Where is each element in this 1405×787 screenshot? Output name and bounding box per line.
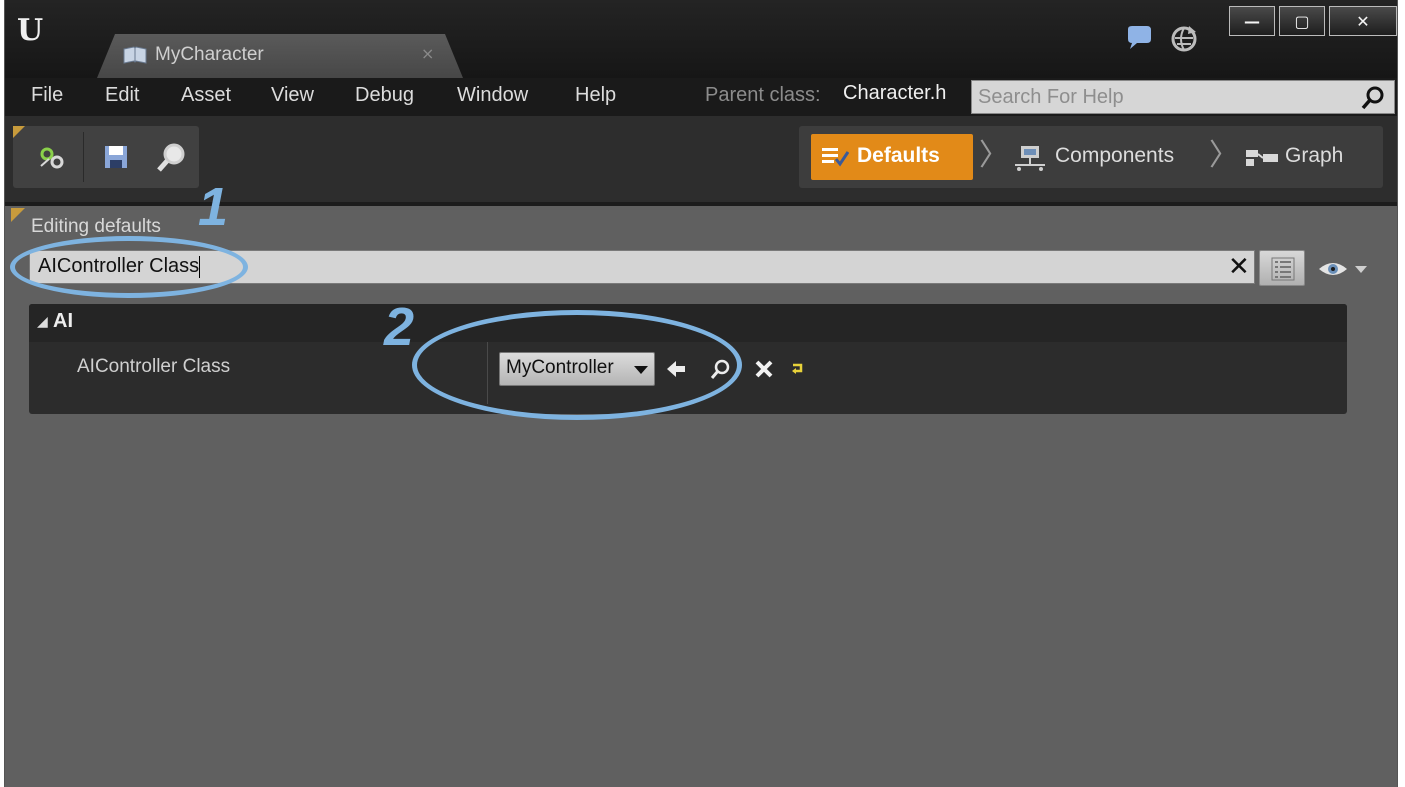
reset-to-default-button[interactable] — [785, 356, 811, 382]
mode-separator-chevron: 〉 — [1209, 138, 1239, 173]
save-disk-icon — [105, 146, 127, 168]
reset-arrow-icon — [792, 363, 803, 374]
menu-window[interactable]: Window — [457, 84, 528, 107]
mode-graph-label: Graph — [1285, 144, 1344, 167]
panel-corner-marker — [11, 208, 25, 222]
parent-class-label: Parent class: — [705, 84, 821, 106]
mode-components-button[interactable]: Components — [1013, 138, 1203, 178]
help-search-input[interactable] — [978, 83, 1348, 111]
mode-switcher: Defaults 〉 Components 〉 Graph — [799, 126, 1383, 188]
magnifier-icon — [157, 143, 185, 172]
menu-help[interactable]: Help — [575, 84, 616, 107]
save-button[interactable] — [97, 138, 135, 176]
document-tab[interactable]: MyCharacter × — [97, 34, 463, 78]
unreal-logo-icon: U — [17, 13, 44, 48]
mode-components-label: Components — [1055, 144, 1175, 167]
tab-close-icon[interactable]: × — [421, 44, 434, 63]
search-icon[interactable] — [1360, 85, 1386, 111]
parent-class-link[interactable]: Character.h — [843, 82, 946, 105]
mode-defaults-label: Defaults — [857, 144, 940, 167]
graph-nodes-icon — [1246, 150, 1278, 166]
menu-debug[interactable]: Debug — [355, 84, 414, 107]
compile-gears-icon — [40, 147, 64, 169]
clear-value-button[interactable] — [751, 356, 777, 382]
menu-bar: File Edit Asset View Debug Window Help P… — [5, 78, 1397, 116]
details-panel: Editing defaults AIController Class ✕ ◢ … — [5, 202, 1397, 787]
menu-asset[interactable]: Asset — [181, 84, 231, 107]
blueprint-book-icon — [123, 46, 147, 64]
mode-separator-chevron: 〉 — [979, 138, 1009, 173]
menu-file[interactable]: File — [31, 84, 63, 107]
components-icon — [1015, 146, 1045, 171]
annotation-ellipse-2 — [412, 310, 742, 420]
grid-list-icon — [1271, 257, 1295, 281]
close-button[interactable]: ✕ — [1329, 6, 1397, 36]
compile-button[interactable] — [33, 138, 71, 176]
mode-defaults-button[interactable]: Defaults — [811, 134, 973, 180]
tab-label: MyCharacter — [155, 44, 264, 65]
category-name: AI — [53, 310, 73, 332]
title-bar: U MyCharacter × — ▢ ✕ — [5, 0, 1397, 78]
clear-search-icon[interactable]: ✕ — [1228, 254, 1250, 280]
toolbar-actions — [13, 126, 199, 188]
property-name: AIController Class — [77, 356, 231, 377]
editing-defaults-label: Editing defaults — [31, 216, 161, 237]
collapse-arrow-icon[interactable]: ◢ — [37, 314, 48, 330]
defaults-checklist-icon — [822, 148, 849, 167]
chat-bubble-icon[interactable] — [1125, 24, 1153, 52]
menu-view[interactable]: View — [271, 84, 314, 107]
eye-icon — [1319, 263, 1367, 275]
maximize-button[interactable]: ▢ — [1279, 6, 1325, 36]
mode-graph-button[interactable]: Graph — [1239, 138, 1379, 178]
toolbar-corner-marker — [13, 126, 25, 138]
annotation-ellipse-1 — [10, 236, 248, 298]
annotation-number-1: 1 — [198, 177, 229, 237]
minimize-button[interactable]: — — [1229, 6, 1275, 36]
view-options-button[interactable] — [1317, 256, 1371, 282]
annotation-number-2: 2 — [384, 297, 415, 357]
help-search-box[interactable] — [971, 80, 1395, 114]
find-in-content-browser-button[interactable] — [153, 138, 191, 176]
toolbar-separator — [83, 132, 84, 182]
menu-edit[interactable]: Edit — [105, 84, 139, 107]
property-matrix-button[interactable] — [1259, 250, 1305, 286]
update-globe-icon[interactable] — [1169, 24, 1199, 54]
close-icon — [755, 360, 773, 378]
